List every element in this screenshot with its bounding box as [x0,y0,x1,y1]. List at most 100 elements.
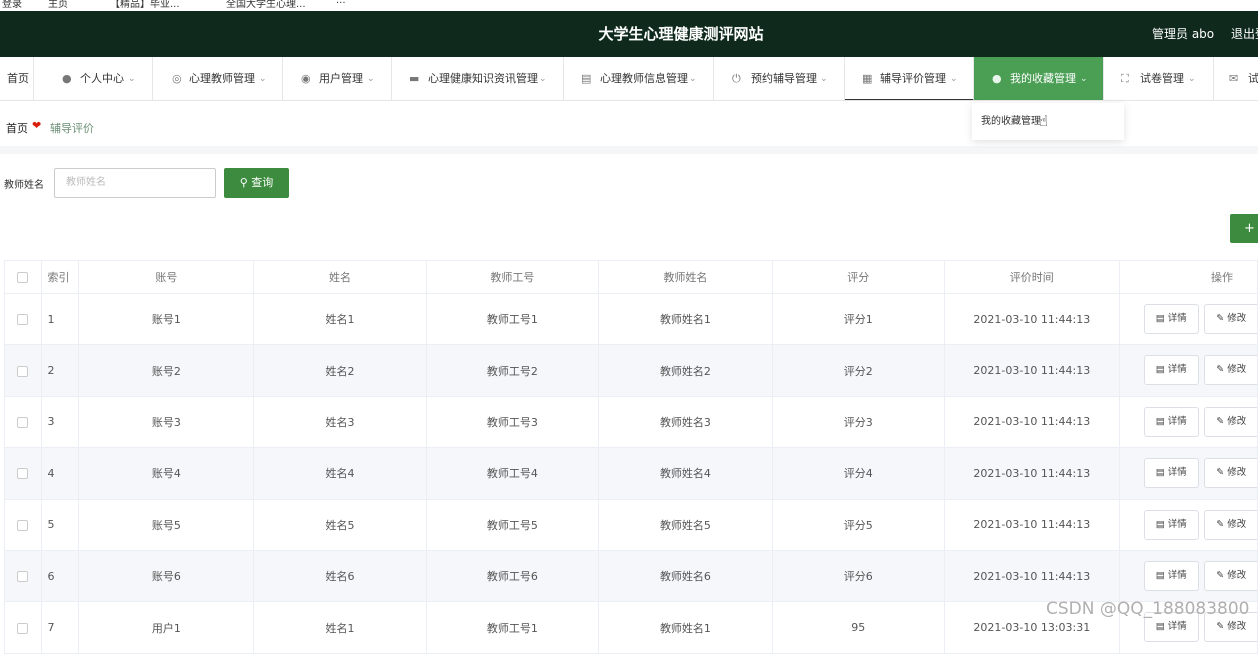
row-checkbox[interactable] [4,498,42,551]
nav-label: 试 [1248,72,1258,85]
cell-actions: ▤ 详情 ✎ 修改 [1118,498,1258,551]
nav-item-favorites-manage[interactable]: ● 我的收藏管理 ⌄ [974,57,1104,100]
breadcrumb-home[interactable]: 首页 [6,120,28,136]
add-button[interactable]: + [1230,214,1258,243]
cell-name: 姓名4 [253,447,427,500]
cell-score: 评分2 [771,344,945,397]
edit-label: 修改 [1227,621,1247,633]
nav-item-user-manage[interactable]: ◉ 用户管理 ⌄ [283,57,392,100]
detail-button[interactable]: ▤ 详情 [1143,560,1199,591]
detail-icon: ▤ [1155,569,1165,581]
cell-score: 评分6 [771,549,945,603]
nav-item-knowledge-manage[interactable]: ▬ 心理健康知识资讯管理 ⌄ [392,57,564,100]
nav-item-teacher-info-manage[interactable]: ▤ 心理教师信息管理 ⌄ [564,57,714,100]
watermark: CSDN @QQ_188083800 [1046,599,1250,619]
nav-item-home[interactable]: 首页 [0,57,34,100]
edit-button[interactable]: ✎ 修改 [1203,304,1257,334]
select-all-checkbox[interactable] [4,260,42,294]
row-checkbox[interactable] [4,395,42,449]
edit-icon: ✎ [1216,415,1225,427]
cell-name: 姓名1 [253,292,427,346]
column-header: 账号 [78,260,255,294]
cell-account: 账号5 [78,498,255,551]
cell-name: 姓名6 [253,549,427,603]
row-checkbox[interactable] [4,549,42,603]
dropdown-item-my-favorites[interactable]: 我的收藏管理 [981,116,1041,127]
bookmark-item[interactable]: ... [336,0,346,6]
cell-teacher-no: 教师工号5 [425,498,600,551]
nav-item-personal-center[interactable]: ● 个人中心 ⌄ [34,57,153,100]
chevron-down-icon: ⌄ [539,74,547,84]
teacher-name-search-input[interactable]: 教师姓名 [54,168,216,198]
detail-label: 详情 [1167,569,1187,581]
cell-account: 账号1 [78,292,255,346]
bookmark-item[interactable]: 【精品】毕业... [110,0,180,10]
query-button[interactable]: ⚲ 查询 [224,168,289,198]
column-header: 操作 [1118,260,1258,294]
main-nav: 首页 ● 个人中心 ⌄ ◎ 心理教师管理 ⌄ ◉ 用户管理 ⌄ ▬ 心理健康知识… [0,57,1258,101]
row-checkbox[interactable] [4,447,42,500]
detail-icon: ▤ [1155,621,1165,633]
nav-item-evaluation-manage[interactable]: ▦ 辅导评价管理 ⌄ [845,57,974,100]
nav-label: 心理教师管理 [189,72,255,85]
monitor-icon: ▬ [409,72,420,85]
nav-item-exam-manage[interactable]: ⛶ 试卷管理 ⌄ [1104,57,1214,100]
cell-index: 3 [40,395,80,449]
bookmark-item[interactable]: 登录 [2,0,22,10]
logout-link[interactable]: 退出登录 [1231,11,1258,57]
cell-teacher-name: 教师姓名3 [598,395,773,449]
cell-time: 2021-03-10 11:44:13 [943,447,1120,500]
detail-label: 详情 [1167,415,1187,427]
edit-button[interactable]: ✎ 修改 [1203,509,1257,540]
edit-icon: ✎ [1216,569,1225,581]
query-button-label: 查询 [251,176,274,189]
column-header: 教师工号 [425,260,600,294]
detail-icon: ▤ [1155,313,1165,324]
row-checkbox[interactable] [4,292,42,346]
detail-icon: ▤ [1155,518,1165,530]
cell-teacher-no: 教师工号6 [425,549,600,603]
cell-time: 2021-03-10 11:44:13 [943,344,1120,397]
chevron-down-icon: ⌄ [128,74,136,84]
edit-button[interactable]: ✎ 修改 [1203,355,1257,386]
cell-actions: ▤ 详情 ✎ 修改 [1118,344,1258,397]
edit-button[interactable]: ✎ 修改 [1203,560,1257,591]
cell-index: 2 [40,344,80,397]
bookmark-item[interactable]: 主页 [48,0,68,10]
nav-item-appointment-manage[interactable]: ⏻ 预约辅导管理 ⌄ [714,57,845,100]
chevron-down-icon: ⌄ [259,74,267,84]
detail-button[interactable]: ▤ 详情 [1143,458,1199,489]
detail-button[interactable]: ▤ 详情 [1143,509,1199,540]
cell-time: 2021-03-10 11:44:13 [943,549,1120,603]
cell-account: 账号6 [78,549,255,603]
nav-item-teacher-manage[interactable]: ◎ 心理教师管理 ⌄ [153,57,283,100]
detail-button[interactable]: ▤ 详情 [1143,304,1199,334]
row-checkbox[interactable] [4,344,42,397]
nav-label: 用户管理 [319,72,363,85]
chevron-down-icon: ⌄ [820,74,828,84]
microphone-icon: ◎ [172,72,182,85]
nav-item-overflow[interactable]: ✉ 试 [1214,57,1258,100]
cell-actions: ▤ 详情 ✎ 修改 [1118,447,1258,500]
cell-score: 评分1 [771,292,945,346]
cell-teacher-name: 教师姓名6 [598,549,773,603]
detail-icon: ▤ [1155,467,1165,479]
table-row: 1 账号1 姓名1 教师工号1 教师姓名1 评分1 2021-03-10 11:… [4,292,1258,346]
app-header: 大学生心理健康测评网站 管理员 abo 退出登录 [0,11,1258,57]
column-header: 评价时间 [943,260,1120,294]
section-divider [0,146,1258,154]
detail-button[interactable]: ▤ 详情 [1143,355,1199,386]
edit-icon: ✎ [1216,518,1225,530]
edit-button[interactable]: ✎ 修改 [1203,406,1257,437]
edit-button[interactable]: ✎ 修改 [1203,458,1257,489]
cell-teacher-no: 教师工号3 [425,395,600,449]
cell-teacher-name: 教师姓名5 [598,498,773,551]
detail-button[interactable]: ▤ 详情 [1143,406,1199,437]
cell-teacher-no: 教师工号1 [425,292,600,346]
bookmark-item[interactable]: 全国大学生心理... [226,0,306,10]
edit-icon: ✎ [1216,621,1225,633]
cell-teacher-no: 教师工号2 [425,344,600,397]
detail-icon: ▤ [1155,415,1165,427]
fullscreen-icon: ⛶ [1121,72,1129,85]
edit-icon: ✎ [1216,313,1225,324]
